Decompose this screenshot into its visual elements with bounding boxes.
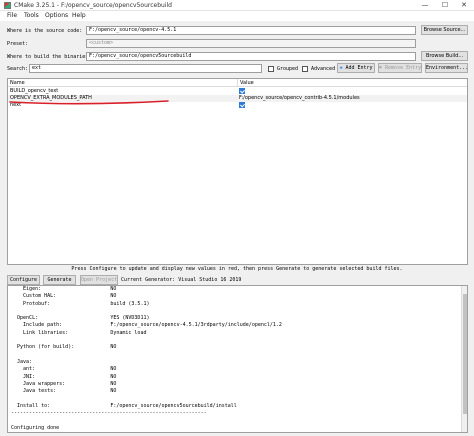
open-project-button[interactable]: Open Project (80, 275, 118, 285)
configure-button[interactable]: Configure (7, 275, 40, 285)
row-value[interactable]: F:/opencv_source/opencv_contrib-4.5.1/mo… (239, 95, 360, 102)
log-line: ant: NO (11, 366, 117, 373)
table-row[interactable]: BUILD_opencv_text (8, 88, 467, 95)
title-bar: CMake 3.25.1 - F:/opencv_source/opencv5o… (0, 0, 474, 11)
minimize-icon[interactable]: — (416, 0, 434, 11)
menu-bar: File Tools Options Help (0, 11, 474, 21)
search-label: Search: (7, 66, 29, 72)
source-path-field[interactable]: F:/opencv_source/opencv-4.5.1 (86, 26, 416, 35)
status-message: Press Configure to update and display ne… (71, 266, 403, 272)
maximize-icon[interactable]: ☐ (436, 0, 454, 11)
log-line: Link libraries: Dynamic load (11, 329, 147, 336)
window-title: CMake 3.25.1 - F:/opencv_source/opencv5o… (14, 2, 172, 9)
remove-entry-label: Remove Entry (385, 65, 422, 71)
menu-tools[interactable]: Tools (24, 12, 39, 19)
menu-help[interactable]: Help (72, 12, 86, 19)
log-text: Eigen: NO Custom HAL: NO Protobuf: build… (11, 286, 459, 432)
browse-source-button[interactable]: Browse Source... (421, 25, 468, 35)
generate-button[interactable]: Generate (43, 275, 76, 285)
plus-icon: ✚ (339, 65, 343, 71)
log-line: Configuring done (11, 424, 60, 431)
preset-select[interactable]: <custom> (86, 39, 416, 48)
cmake-logo-icon (4, 2, 11, 9)
log-line: Include path: F:/opencv_source/opencv-4.… (11, 322, 282, 329)
log-line: OpenCL: YES (NVD3D11) (11, 315, 150, 322)
row-name: BUILD_opencv_text (10, 88, 59, 94)
log-line: Protobuf: build (3.5.1) (11, 300, 150, 307)
browse-build-button[interactable]: Browse Build... (421, 51, 468, 61)
build-path-field[interactable]: F:/opencv_source/opencv5ourcebuild (86, 52, 416, 61)
search-input[interactable]: ext (29, 64, 262, 73)
preset-label: Preset: (7, 41, 29, 47)
advanced-label: Advanced (311, 66, 336, 72)
minus-icon: ✖ (379, 65, 383, 71)
close-icon[interactable]: ✕ (455, 0, 473, 11)
add-entry-button[interactable]: ✚ Add Entry (337, 63, 375, 73)
advanced-checkbox[interactable] (302, 66, 308, 72)
column-header-value[interactable]: Value (238, 79, 467, 87)
log-line: Java: (11, 358, 33, 365)
row-value-checkbox[interactable] (239, 88, 245, 94)
remove-entry-button[interactable]: ✖ Remove Entry (378, 63, 422, 73)
environment-button[interactable]: Environment... (425, 63, 468, 73)
menu-options[interactable]: Options (45, 12, 68, 19)
log-line: Custom HAL: NO (11, 293, 117, 300)
menu-file[interactable]: File (7, 12, 17, 19)
log-line: ----------------------------------------… (11, 410, 207, 417)
row-value-checkbox[interactable] (239, 102, 245, 108)
log-line: Java tests: NO (11, 388, 117, 395)
log-line: Install to: F:/opencv_source/opencv5ourc… (11, 402, 237, 409)
log-line: Python (for build): NO (11, 344, 117, 351)
log-line: JNI: NO (11, 373, 117, 380)
red-underline-annotation (9, 100, 169, 105)
source-label: Where is the source code: (7, 28, 83, 34)
grouped-label: Grouped (277, 66, 299, 72)
grouped-checkbox[interactable] (268, 66, 274, 72)
log-scrollbar[interactable] (461, 286, 467, 432)
column-header-name[interactable]: Name (8, 79, 238, 87)
current-generator-label: Current Generator: Visual Studio 16 2019 (121, 277, 242, 283)
log-line: Java wrappers: NO (11, 380, 117, 387)
add-entry-label: Add Entry (345, 65, 373, 71)
log-line: Eigen: NO (11, 286, 117, 292)
scrollbar-thumb[interactable] (463, 294, 467, 414)
build-label: Where to build the binaries: (7, 54, 92, 60)
output-log[interactable]: Eigen: NO Custom HAL: NO Protobuf: build… (7, 285, 468, 433)
